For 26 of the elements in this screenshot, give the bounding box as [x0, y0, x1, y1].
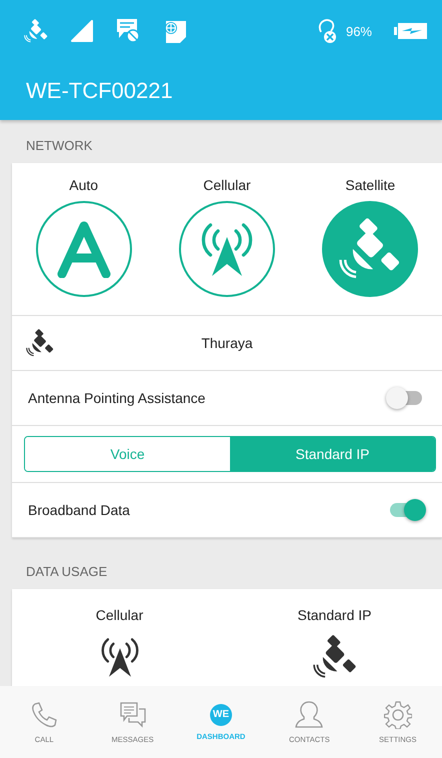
provider-name: Thuraya — [200, 335, 254, 351]
usage-label: Standard IP — [298, 607, 372, 623]
settings-icon — [384, 700, 412, 728]
battery-percent: 96% — [346, 24, 372, 38]
section-label: NETWORK — [25, 137, 94, 155]
service-option[interactable]: Standard IP — [230, 437, 435, 471]
satellite-icon — [24, 19, 48, 43]
network-mode-option[interactable]: Satellite — [322, 177, 418, 297]
logo-icon: WE — [210, 704, 232, 726]
battery-charging-icon — [394, 22, 428, 40]
section-label: DATA USAGE — [25, 563, 108, 581]
setting-label: Antenna Pointing Assistance — [28, 390, 206, 406]
satellite-icon — [26, 329, 54, 357]
network-mode-option[interactable]: Cellular — [178, 177, 275, 297]
setting-label: Broadband Data — [28, 502, 130, 518]
chat-bubbles-icon — [118, 700, 147, 728]
satellite-icon — [312, 635, 356, 679]
phone-icon — [30, 700, 58, 728]
satellite-icon — [339, 218, 402, 280]
letter-a-icon — [56, 220, 112, 278]
signal-icon — [70, 20, 94, 42]
person-icon — [295, 700, 324, 728]
network-mode-option[interactable]: Auto — [36, 177, 132, 297]
device-title: WE-TCF00221 — [25, 77, 174, 104]
message-blocked-icon — [116, 18, 140, 44]
usage-label: Cellular — [96, 607, 144, 623]
